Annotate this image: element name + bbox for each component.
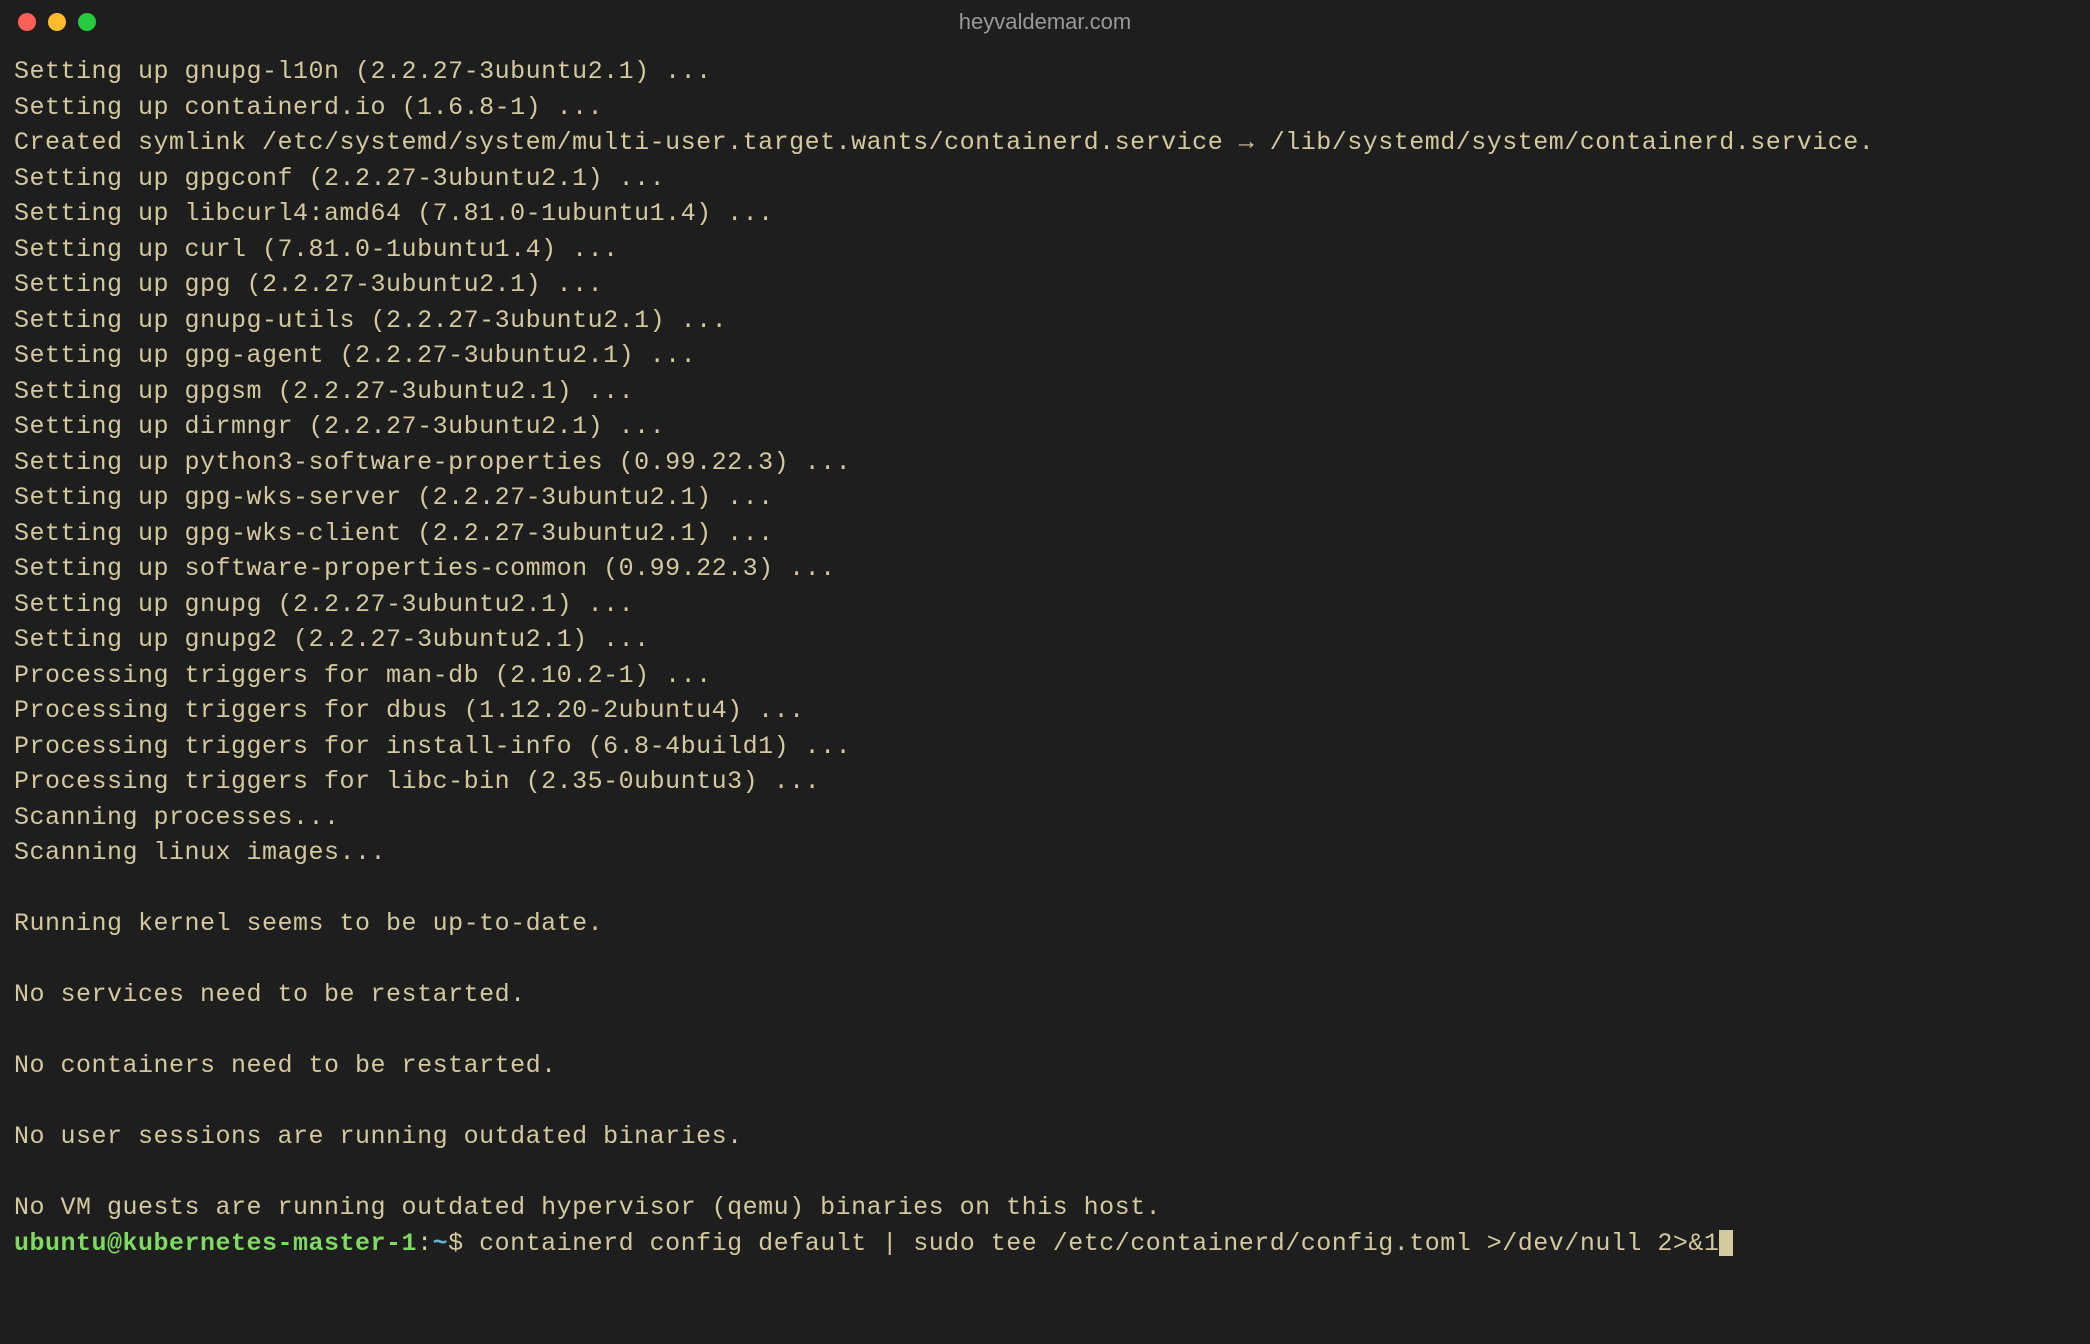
traffic-lights	[18, 13, 96, 31]
terminal-content[interactable]: Setting up gnupg-l10n (2.2.27-3ubuntu2.1…	[0, 44, 2090, 1344]
cursor	[1719, 1230, 1733, 1256]
terminal-window: heyvaldemar.com Setting up gnupg-l10n (2…	[0, 0, 2090, 1344]
minimize-button[interactable]	[48, 13, 66, 31]
prompt-separator: :	[417, 1229, 433, 1258]
terminal-output: Setting up gnupg-l10n (2.2.27-3ubuntu2.1…	[14, 57, 1874, 1222]
prompt-user-host: ubuntu@kubernetes-master-1	[14, 1229, 417, 1258]
window-title: heyvaldemar.com	[959, 9, 1131, 35]
maximize-button[interactable]	[78, 13, 96, 31]
command-input[interactable]: containerd config default | sudo tee /et…	[479, 1229, 1719, 1258]
prompt-line: ubuntu@kubernetes-master-1:~$ containerd…	[14, 1229, 1733, 1258]
close-button[interactable]	[18, 13, 36, 31]
prompt-symbol: $	[448, 1229, 464, 1258]
title-bar: heyvaldemar.com	[0, 0, 2090, 44]
prompt-path: ~	[433, 1229, 449, 1258]
